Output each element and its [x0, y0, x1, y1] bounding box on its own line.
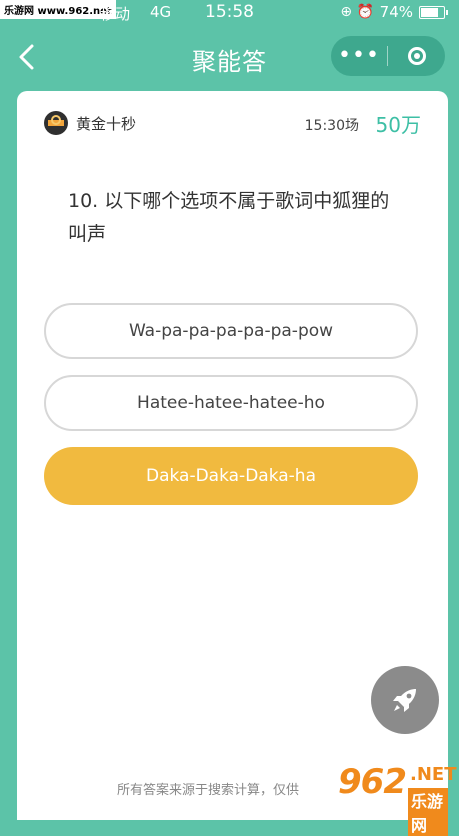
battery-percent: 74% — [379, 3, 413, 21]
question-text: 10. 以下哪个选项不属于歌词中狐狸的叫声 — [68, 190, 390, 245]
prize-amount: 50万 — [375, 113, 421, 137]
show-name: 黄金十秒 — [76, 115, 137, 133]
nav-bar: 聚能答 ••• — [0, 26, 459, 88]
card-header: 黄金十秒 15:30场 50万 — [44, 111, 421, 137]
session-time: 15:30场 — [304, 118, 359, 134]
rocket-button[interactable] — [371, 666, 439, 734]
watermark-site: 乐游网 — [408, 788, 448, 836]
status-bar: 乐游网 www.962.net 移动 4G 15:58 ⊕ ⏰ 74% — [0, 0, 459, 26]
mini-program-capsule: ••• — [331, 36, 445, 76]
battery-icon — [419, 6, 448, 19]
watermark-net: .NET — [410, 764, 457, 785]
more-button[interactable]: ••• — [331, 45, 387, 67]
site-watermark: 962 .NET 乐游网 — [338, 758, 456, 836]
alarm-icon: ⏰ — [356, 4, 374, 20]
watermark-number: 962 — [338, 762, 407, 802]
close-button[interactable] — [388, 47, 445, 65]
target-circle-icon — [407, 47, 426, 65]
rotation-lock-icon: ⊕ — [340, 4, 353, 20]
question-card: 黄金十秒 15:30场 50万 10. 以下哪个选项不属于歌词中狐狸的叫声 Wa… — [17, 91, 456, 836]
disclaimer-text: 所有答案来源于搜索计算，仅供 — [117, 783, 300, 798]
answer-option-2[interactable]: Hatee-hatee-hatee-ho — [44, 375, 418, 431]
answer-option-1[interactable]: Wa-pa-pa-pa-pa-pa-pow — [44, 303, 418, 359]
rocket-icon — [393, 689, 416, 712]
show-avatar — [44, 111, 68, 135]
answer-option-3[interactable]: Daka-Daka-Daka-ha — [44, 447, 418, 505]
status-icons: ⊕ ⏰ — [340, 4, 374, 20]
